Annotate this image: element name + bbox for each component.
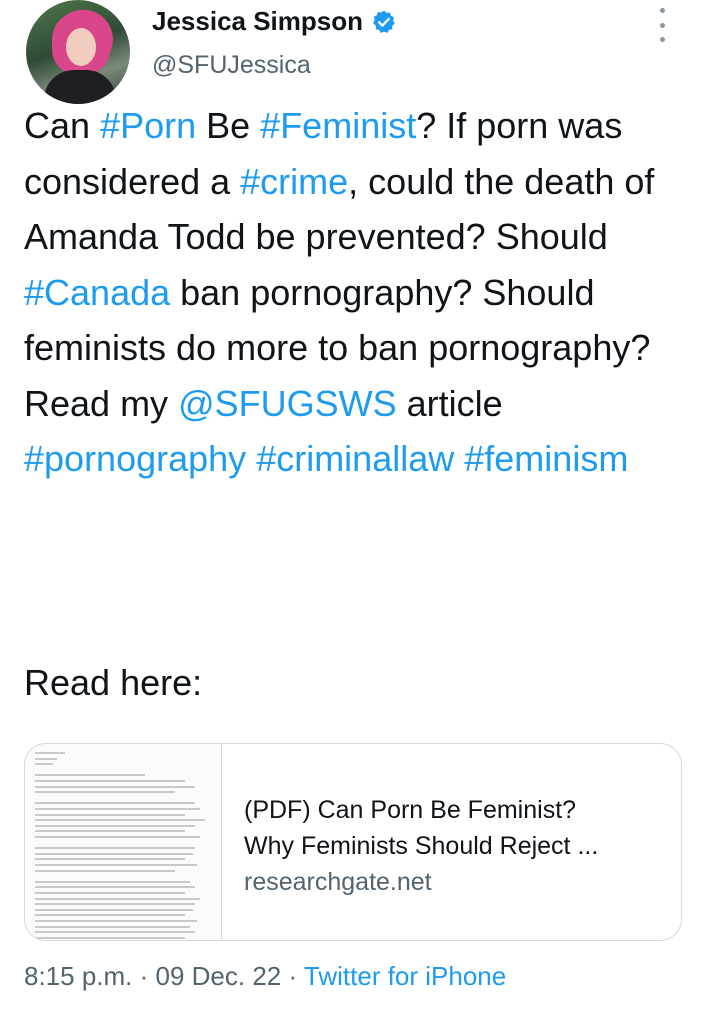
tweet-date[interactable]: 09 Dec. 22 — [156, 961, 282, 991]
tweet-text-segment — [454, 438, 464, 479]
more-options-icon[interactable] — [652, 8, 672, 42]
author-name-row: Jessica Simpson — [152, 6, 397, 37]
tweet-meta: 8:15 p.m. · 09 Dec. 22 · Twitter for iPh… — [24, 961, 506, 992]
tweet-text-segment — [246, 438, 256, 479]
link-preview-card[interactable]: (PDF) Can Porn Be Feminist? Why Feminist… — [24, 743, 682, 941]
meta-separator: · — [281, 961, 304, 991]
link-card-domain: researchgate.net — [244, 868, 432, 896]
pdf-thumbnail-image — [25, 744, 222, 940]
hashtag-link[interactable]: #crime — [240, 161, 348, 202]
meta-separator: · — [132, 961, 156, 991]
tweet-text-segment: article — [396, 382, 503, 424]
verified-badge-icon — [372, 10, 395, 33]
hashtag-link[interactable]: #Feminist — [260, 105, 416, 146]
author-handle[interactable]: @SFUJessica — [152, 51, 311, 80]
link-card-title-line1: (PDF) Can Porn Be Feminist? — [244, 796, 577, 824]
mention-link[interactable]: @SFUGSWS — [178, 383, 397, 424]
hashtag-link[interactable]: #Porn — [100, 105, 196, 146]
read-here-text: Read here: — [24, 662, 203, 703]
avatar[interactable] — [26, 0, 130, 104]
author-display-name[interactable]: Jessica Simpson — [152, 6, 363, 37]
tweet-text: Can #Porn Be #Feminist? If porn was cons… — [24, 98, 684, 487]
tweet-time[interactable]: 8:15 p.m. — [24, 961, 132, 991]
link-card-text: (PDF) Can Porn Be Feminist? Why Feminist… — [222, 744, 598, 940]
tweet-text-segment: Be — [196, 105, 261, 146]
link-card-title-line2: Why Feminists Should Reject ... — [244, 832, 599, 860]
avatar-face — [66, 28, 96, 66]
tweet-text-segment: Can — [24, 105, 101, 146]
hashtag-link[interactable]: #criminallaw — [256, 438, 454, 479]
hashtag-link[interactable]: #Canada — [24, 272, 170, 313]
hashtag-link[interactable]: #pornography — [24, 438, 246, 479]
tweet-source[interactable]: Twitter for iPhone — [304, 961, 506, 991]
hashtag-link[interactable]: #feminism — [464, 438, 628, 479]
